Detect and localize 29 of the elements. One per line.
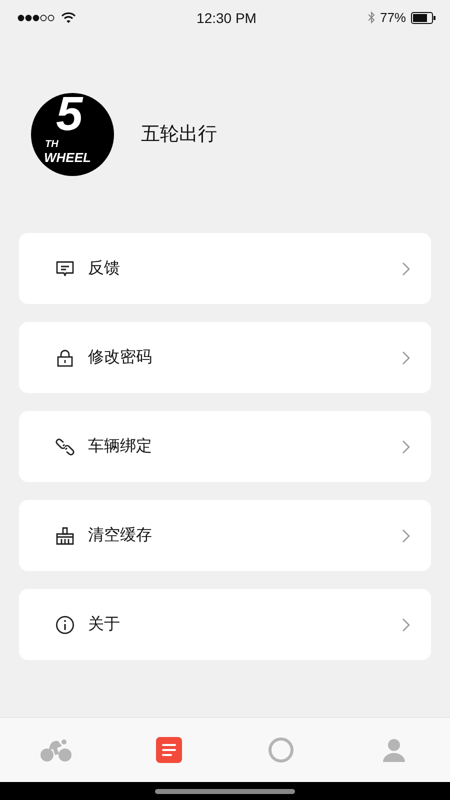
person-icon	[380, 737, 407, 763]
menu-item[interactable]: 修改密码	[19, 322, 431, 393]
lock-icon	[55, 348, 75, 368]
bluetooth-icon	[368, 11, 375, 24]
signal-icon	[17, 14, 55, 22]
broom-icon	[55, 526, 75, 546]
message-icon	[55, 258, 75, 278]
logo-superscript: TH	[45, 140, 58, 150]
chevron-right-icon	[402, 440, 410, 454]
wifi-icon	[61, 12, 76, 23]
info-icon	[55, 614, 75, 634]
battery-icon	[411, 12, 436, 24]
chevron-right-icon	[402, 618, 410, 632]
chevron-right-icon	[402, 262, 410, 276]
app-name: 五轮出行	[141, 122, 217, 147]
status-time: 12:30 PM	[196, 10, 256, 26]
battery-percentage: 77%	[380, 10, 406, 25]
menu-item[interactable]: 清空缓存	[19, 500, 431, 571]
chevron-right-icon	[402, 528, 410, 542]
logo-word: WHEEL	[44, 150, 91, 164]
menu-item[interactable]: 车辆绑定	[19, 411, 431, 482]
link-icon	[55, 436, 75, 456]
menu-item[interactable]: 反馈	[19, 233, 431, 304]
chevron-right-icon	[402, 350, 410, 364]
logo-numeral: 5	[56, 90, 83, 138]
document-icon	[156, 737, 182, 763]
cyclist-icon	[40, 738, 72, 762]
circle-icon	[268, 737, 294, 763]
menu-item[interactable]: 关于	[19, 589, 431, 660]
